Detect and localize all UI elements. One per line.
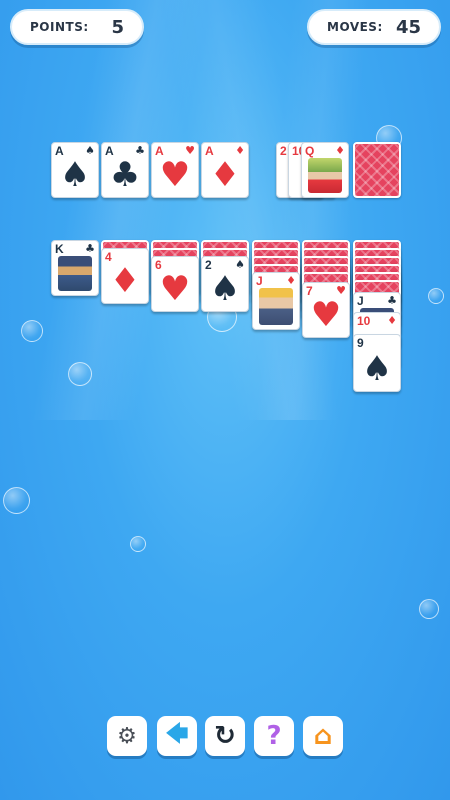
undo-button[interactable]: 🡄 (157, 716, 197, 756)
jack-portrait (259, 288, 293, 325)
bubble (68, 362, 92, 386)
points-value: 5 (111, 16, 124, 38)
bubble (21, 320, 43, 342)
question-icon: ? (266, 721, 282, 751)
tableau-card[interactable]: J ♦ (252, 272, 300, 330)
bubble (428, 288, 444, 304)
points-label: POINTS: (30, 20, 89, 34)
moves-label: MOVES: (327, 20, 383, 34)
spade-icon: ♠ (59, 155, 91, 195)
gear-icon: ⚙ (117, 723, 137, 749)
bubble (3, 487, 30, 514)
spade-icon: ♠ (209, 269, 241, 309)
tableau-card[interactable]: 9 ♠ (353, 334, 401, 392)
home-icon: ⌂ (313, 721, 333, 751)
spade-icon: ♠ (361, 349, 393, 389)
restart-icon: ↻ (214, 721, 236, 751)
points-display: POINTS: 5 (10, 9, 144, 45)
arrow-left-icon: 🡄 (165, 722, 189, 747)
tableau-card[interactable]: K ♣ (51, 240, 99, 296)
home-button[interactable]: ⌂ (303, 716, 343, 756)
queen-portrait (308, 158, 342, 193)
card-rank: 10 (357, 314, 371, 328)
restart-button[interactable]: ↻ (205, 716, 245, 756)
card-rank: 2 (280, 144, 287, 158)
heart-icon: ♥ (310, 295, 342, 335)
bubble (419, 599, 439, 619)
moves-value: 45 (395, 16, 421, 38)
hint-button[interactable]: ? (254, 716, 294, 756)
bubble (130, 536, 146, 552)
tableau-card[interactable]: 2 ♠ ♠ (201, 256, 249, 312)
heart-icon: ♥ (159, 269, 191, 309)
diamond-icon: ♦ (335, 144, 345, 157)
tableau-card[interactable]: 6 ♥ (151, 256, 199, 312)
diamond-icon: ♦ (109, 261, 141, 301)
moves-display: MOVES: 45 (307, 9, 441, 45)
card-rank: Q (305, 144, 315, 158)
diamond-icon: ♦ (387, 314, 397, 327)
foundation-clubs[interactable]: A ♣ ♣ (101, 142, 149, 198)
club-icon: ♣ (109, 155, 141, 195)
king-portrait (58, 256, 92, 291)
foundation-hearts[interactable]: A ♥ ♥ (151, 142, 199, 198)
tableau-card[interactable]: 4 ♦ (101, 248, 149, 304)
card-rank: 9 (357, 336, 364, 350)
foundation-spades[interactable]: A ♠ ♠ (51, 142, 99, 198)
club-icon: ♣ (85, 242, 95, 255)
heart-icon: ♥ (159, 155, 191, 195)
card-rank: K (55, 242, 64, 256)
foundation-diamonds[interactable]: A ♦ ♦ (201, 142, 249, 198)
diamond-icon: ♦ (286, 274, 296, 287)
settings-button[interactable]: ⚙ (107, 716, 147, 756)
diamond-icon: ♦ (209, 155, 241, 195)
waste-top-card[interactable]: Q ♦ (301, 142, 349, 198)
card-rank: J (357, 294, 364, 308)
card-rank: J (256, 274, 263, 288)
club-icon: ♣ (387, 294, 397, 307)
tableau-card[interactable]: 7 ♥ ♥ (302, 282, 350, 338)
stock-pile[interactable] (353, 142, 401, 198)
